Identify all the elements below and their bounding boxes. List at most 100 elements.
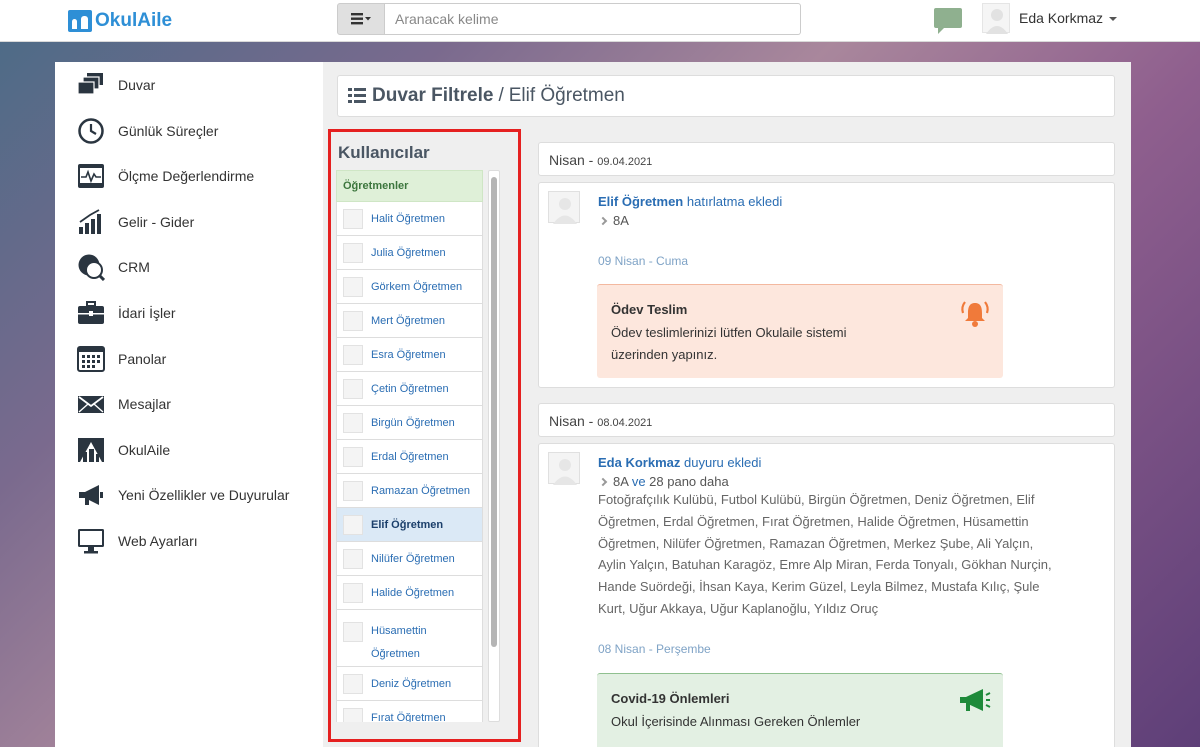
wall-icon	[77, 73, 103, 95]
notice-title: Ödev Teslim	[611, 302, 688, 317]
user-list-item[interactable]: Halit Öğretmen	[336, 202, 483, 236]
user-list-item[interactable]: Julia Öğretmen	[336, 236, 483, 270]
post-action: hatırlatma ekledi	[686, 194, 783, 209]
post-author-link[interactable]: Eda Korkmaz	[598, 455, 680, 470]
user-list-item[interactable]: Erdal Öğretmen	[336, 440, 483, 474]
user-list-item-label: Erdal Öğretmen	[371, 450, 449, 463]
scroll-thumb[interactable]	[491, 177, 497, 647]
user-placeholder-icon	[343, 310, 363, 331]
user-placeholder-icon	[343, 242, 363, 263]
avatar[interactable]	[982, 3, 1010, 34]
user-placeholder-icon	[553, 459, 577, 485]
users-panel: Kullanıcılar Öğretmenler Halit Öğretmen J…	[328, 129, 521, 742]
megaphone-icon	[960, 689, 991, 711]
sidebar-item-duvar[interactable]: Duvar	[77, 70, 155, 100]
reminder-notice[interactable]: Ödev Teslim Ödev teslimlerinizi lütfen O…	[597, 284, 1003, 378]
sidebar-item-web-ayarlari[interactable]: Web Ayarları	[77, 526, 198, 556]
post-header: Elif Öğretmen hatırlatma ekledi	[598, 194, 782, 209]
user-placeholder-icon	[343, 412, 363, 433]
post-action: duyuru ekledi	[684, 455, 762, 470]
user-list-item[interactable]: Elif Öğretmen	[336, 508, 483, 542]
monitor-chart-icon	[78, 164, 104, 188]
user-placeholder-icon	[343, 707, 363, 722]
user-placeholder-icon	[343, 548, 363, 569]
post-card: Eda Korkmaz duyuru ekledi 8A ve 28 pano …	[538, 443, 1115, 747]
chevron-right-icon	[598, 477, 608, 487]
user-placeholder-icon	[343, 446, 363, 467]
notice-body-line: üzerinden yapınız.	[611, 347, 718, 362]
sidebar-item-crm[interactable]: CRM	[77, 252, 150, 282]
post-author-link[interactable]: Elif Öğretmen	[598, 194, 683, 209]
user-list-item[interactable]: Ramazan Öğretmen	[336, 474, 483, 508]
user-placeholder-icon	[343, 378, 363, 399]
target-more-link[interactable]: ve	[632, 474, 646, 489]
user-list-item[interactable]: Esra Öğretmen	[336, 338, 483, 372]
sidebar-item-label: Gelir - Gider	[118, 214, 195, 230]
users-list: Öğretmenler Halit Öğretmen Julia Öğretmen…	[336, 170, 483, 722]
avatar[interactable]	[548, 452, 580, 485]
notice-body-line: Ödev teslimlerinizi lütfen Okulaile sist…	[611, 325, 847, 340]
brand-logo[interactable]: OkulAile	[68, 9, 172, 33]
bar-chart-icon	[79, 209, 101, 234]
user-list-item[interactable]: Mert Öğretmen	[336, 304, 483, 338]
notice-title: Covid-19 Önlemleri	[611, 691, 730, 706]
envelope-icon	[78, 396, 104, 413]
sidebar-item-olcme-degerlendirme[interactable]: Ölçme Değerlendirme	[77, 161, 254, 191]
sidebar-item-label: Günlük Süreçler	[118, 123, 219, 139]
sidebar-item-label: Yeni Özellikler ve Duyurular	[118, 487, 290, 503]
users-group-header[interactable]: Öğretmenler	[336, 170, 483, 202]
user-list-item[interactable]: Halide Öğretmen	[336, 576, 483, 610]
clock-icon	[78, 118, 104, 144]
main-content: Duvar Filtrele / Elif Öğretmen Kullanıcı…	[323, 62, 1131, 747]
user-list-item[interactable]: Birgün Öğretmen	[336, 406, 483, 440]
main-shell: Duvar Günlük Süreçler Ölçme Değerlendirm…	[55, 62, 1131, 747]
date-header: Nisan - 09.04.2021	[538, 142, 1115, 176]
target-more-count[interactable]: 28 pano daha	[649, 474, 729, 489]
okulaile-logo-icon	[68, 10, 92, 32]
user-list-item[interactable]: Hüsamettin Öğretmen	[336, 610, 483, 667]
user-list-item[interactable]: Deniz Öğretmen	[336, 667, 483, 701]
search-input[interactable]	[385, 3, 801, 35]
user-placeholder-icon	[343, 673, 363, 694]
user-list-item[interactable]: Fırat Öğretmen	[336, 701, 483, 722]
user-placeholder-icon	[343, 622, 363, 642]
sidebar-item-panolar[interactable]: Panolar	[77, 344, 166, 374]
briefcase-icon	[78, 301, 104, 324]
desktop-icon	[78, 529, 104, 554]
user-list-item-label: Mert Öğretmen	[371, 314, 445, 327]
user-list-item[interactable]: Nilüfer Öğretmen	[336, 542, 483, 576]
search-menu-button[interactable]	[337, 3, 385, 35]
user-list-item-label: Görkem Öğretmen	[371, 280, 463, 293]
sidebar-item-gunluk-surecler[interactable]: Günlük Süreçler	[77, 116, 218, 146]
post-target-class: 8A	[613, 474, 629, 489]
post-recipients: Fotoğrafçılık Kulübü, Futbol Kulübü, Bir…	[598, 492, 1052, 616]
sidebar-item-label: Ölçme Değerlendirme	[118, 168, 255, 184]
sidebar-item-idari-isler[interactable]: İdari İşler	[77, 298, 176, 328]
okulaile-logo-icon	[78, 438, 104, 462]
announcement-notice[interactable]: Covid-19 Önlemleri Okul İçerisinde Alınm…	[597, 673, 1003, 747]
left-sidebar: Duvar Günlük Süreçler Ölçme Değerlendirm…	[55, 62, 323, 747]
avatar[interactable]	[548, 191, 580, 224]
sidebar-item-okulaile[interactable]: OkulAile	[77, 435, 170, 465]
chat-bubble-icon[interactable]	[934, 8, 962, 34]
user-list-item[interactable]: Çetin Öğretmen	[336, 372, 483, 406]
sidebar-item-gelir-gider[interactable]: Gelir - Gider	[77, 207, 194, 237]
user-list-item-label: Julia Öğretmen	[371, 246, 446, 259]
sidebar-item-mesajlar[interactable]: Mesajlar	[77, 389, 171, 419]
post-header: Eda Korkmaz duyuru ekledi	[598, 455, 761, 470]
users-scrollbar[interactable]	[488, 170, 500, 722]
user-list-item-label: Fırat Öğretmen	[371, 711, 446, 723]
user-placeholder-icon	[343, 582, 363, 603]
search-bar	[337, 3, 801, 35]
sidebar-item-yeni-ozellikler[interactable]: Yeni Özellikler ve Duyurular	[77, 480, 289, 510]
user-list-item-label: Halide Öğretmen	[371, 586, 455, 599]
notice-body-line: Okul İçerisinde Alınması Gereken Önlemle…	[611, 714, 861, 729]
crm-chat-icon	[78, 254, 105, 281]
post-target: 8A ve 28 pano daha	[598, 474, 729, 489]
user-placeholder-icon	[553, 198, 577, 224]
user-list-item[interactable]: Görkem Öğretmen	[336, 270, 483, 304]
user-menu[interactable]: Eda Korkmaz	[1019, 10, 1118, 26]
sidebar-item-label: Duvar	[118, 77, 156, 93]
user-placeholder-icon	[986, 9, 1008, 34]
user-name: Eda Korkmaz	[1019, 10, 1104, 26]
